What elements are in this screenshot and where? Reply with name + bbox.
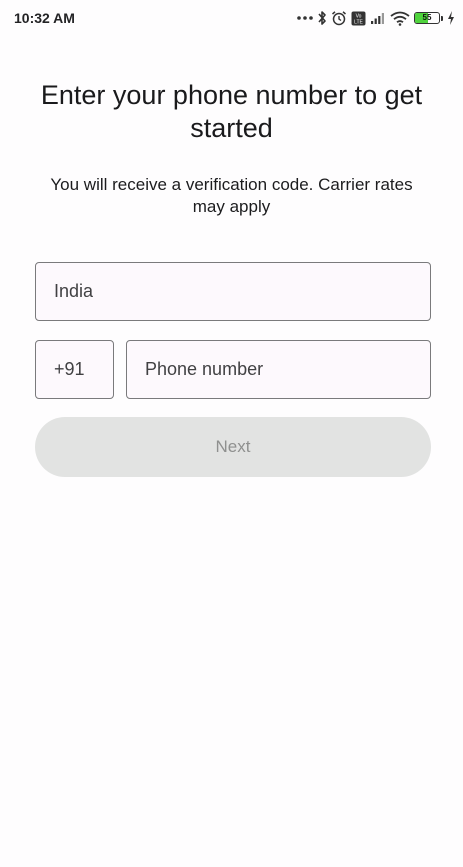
signal-icon: [370, 11, 386, 25]
more-dots-icon: [297, 15, 313, 21]
battery-percent: 55: [422, 13, 432, 22]
alarm-icon: [331, 10, 347, 26]
next-button[interactable]: Next: [35, 417, 431, 477]
battery-icon: 55: [414, 12, 443, 24]
phone-number-field[interactable]: [126, 340, 431, 399]
bluetooth-icon: [317, 10, 327, 26]
phone-number-input[interactable]: [145, 359, 430, 380]
country-code-field[interactable]: +91: [35, 340, 114, 399]
country-code-value: +91: [54, 359, 85, 379]
charging-bolt-icon: [447, 11, 455, 25]
svg-text:LTE: LTE: [354, 19, 363, 25]
country-selector[interactable]: India: [35, 262, 431, 321]
status-time: 10:32 AM: [14, 10, 75, 26]
wifi-icon: [390, 11, 410, 26]
page-subtitle: You will receive a verification code. Ca…: [50, 175, 413, 216]
volte-icon: Vo LTE: [351, 11, 366, 26]
status-bar: 10:32 AM Vo LTE 55: [0, 0, 463, 36]
page-title: Enter your phone number to get started: [40, 80, 423, 143]
country-value: India: [54, 281, 94, 301]
status-icons: Vo LTE 55: [297, 8, 455, 28]
